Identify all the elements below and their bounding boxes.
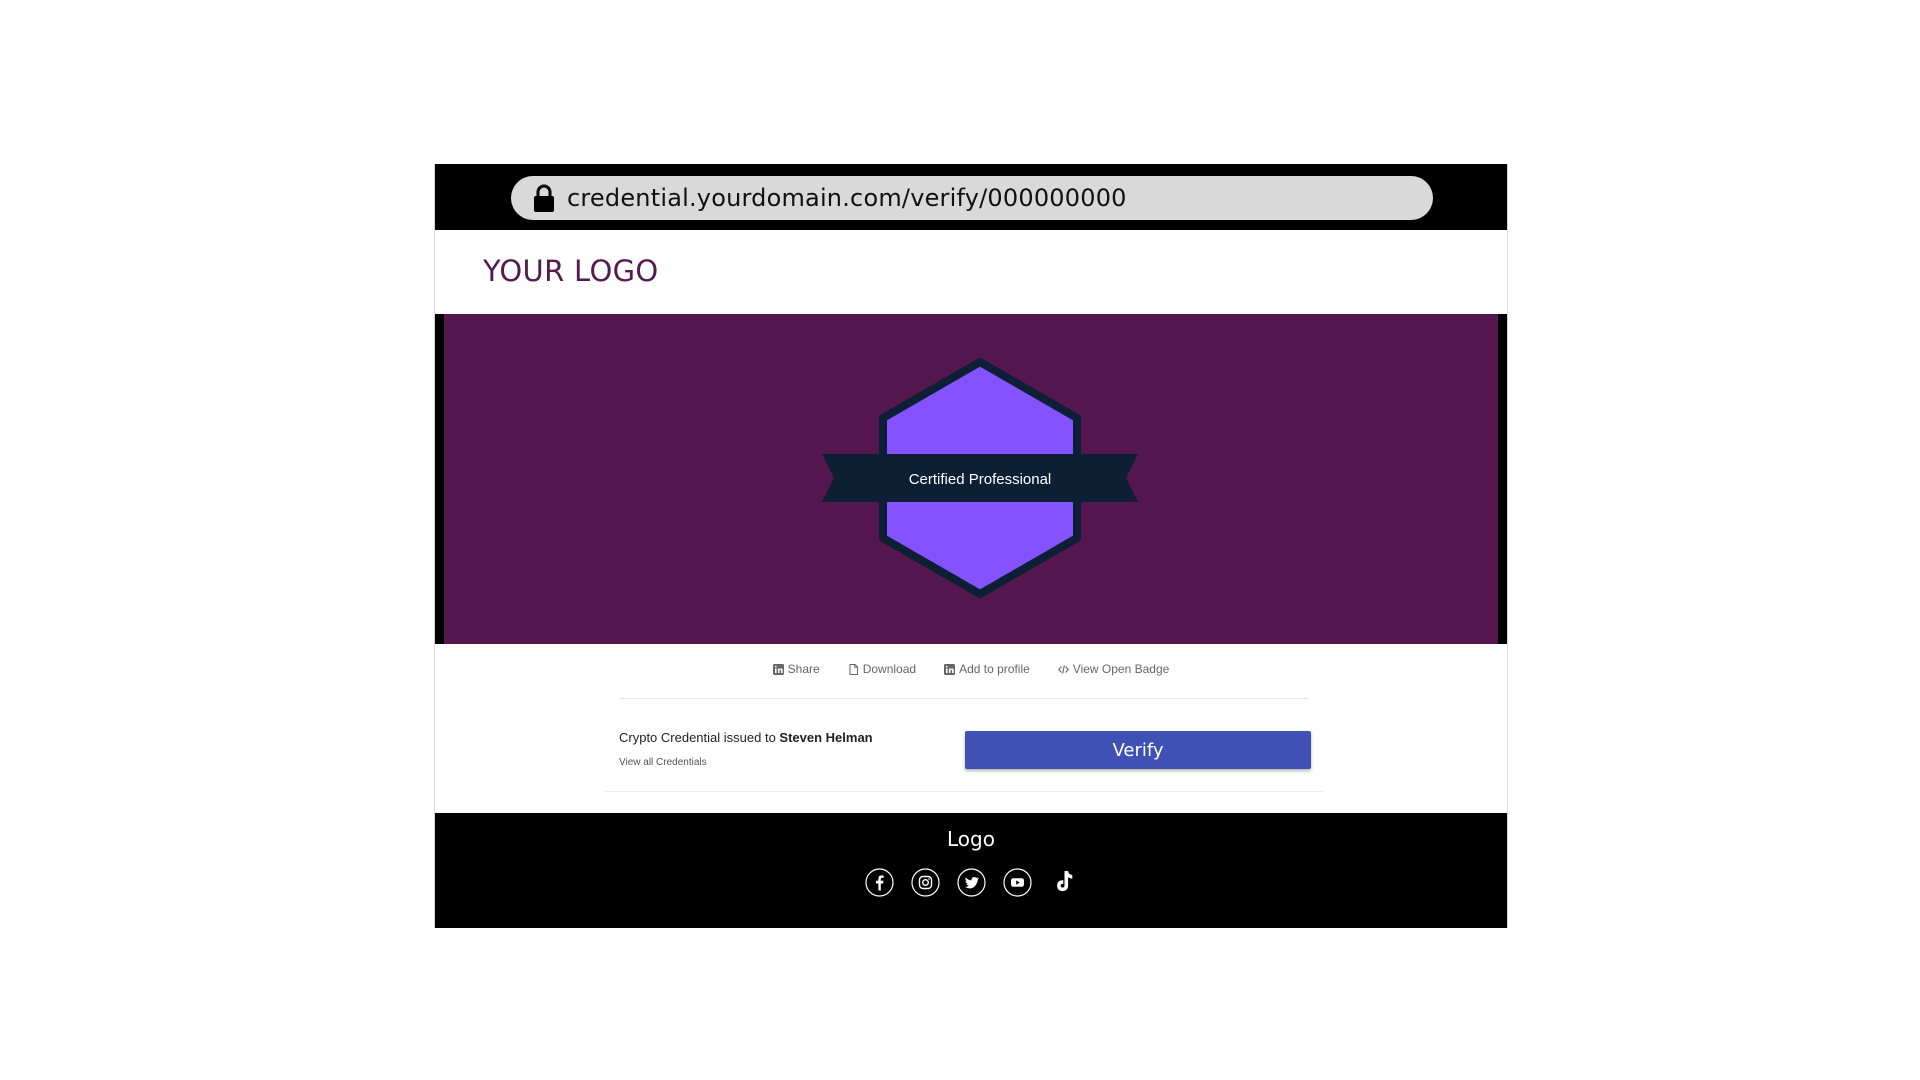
- badge-ribbon-text: Certified Professional: [909, 471, 1052, 488]
- issued-prefix: Crypto Credential issued to: [619, 730, 780, 745]
- lock-icon: [534, 184, 554, 212]
- recipient-name: Steven Helman: [779, 730, 873, 745]
- view-open-badge-action[interactable]: View Open Badge: [1057, 662, 1170, 676]
- code-icon: [1057, 664, 1069, 674]
- divider: [605, 791, 1323, 792]
- site-header: YOUR LOGO: [435, 230, 1507, 314]
- twitter-icon[interactable]: [956, 868, 986, 897]
- url-text: credential.yourdomain.com/verify/0000000…: [567, 184, 1127, 212]
- badge-hero: Certified Professional: [435, 314, 1507, 644]
- credential-issued-text: Crypto Credential issued to Steven Helma…: [619, 730, 873, 745]
- instagram-icon[interactable]: [910, 868, 940, 897]
- linkedin-icon: [772, 663, 784, 675]
- add-to-profile-action[interactable]: Add to profile: [944, 662, 1030, 676]
- hero-background: Certified Professional: [444, 314, 1498, 644]
- url-field[interactable]: credential.yourdomain.com/verify/0000000…: [511, 176, 1433, 220]
- add-to-profile-label: Add to profile: [959, 662, 1030, 676]
- share-label: Share: [787, 662, 820, 676]
- site-logo[interactable]: YOUR LOGO: [483, 254, 659, 288]
- credential-page-frame: credential.yourdomain.com/verify/0000000…: [434, 164, 1508, 928]
- download-label: Download: [862, 662, 917, 676]
- verify-button[interactable]: Verify: [965, 731, 1311, 769]
- divider: [619, 698, 1309, 699]
- view-open-badge-label: View Open Badge: [1072, 662, 1170, 676]
- browser-address-bar: credential.yourdomain.com/verify/0000000…: [435, 164, 1507, 230]
- credential-actions: Share Download Add to profile View Open …: [435, 657, 1507, 681]
- youtube-icon[interactable]: [1002, 868, 1032, 897]
- facebook-icon[interactable]: [864, 868, 894, 897]
- site-footer: Logo: [435, 813, 1507, 928]
- certified-professional-badge: Certified Professional: [822, 358, 1138, 598]
- tiktok-icon[interactable]: [1049, 868, 1078, 897]
- file-icon: [849, 663, 858, 675]
- share-action[interactable]: Share: [772, 662, 820, 676]
- download-action[interactable]: Download: [848, 662, 916, 676]
- linkedin-icon: [944, 663, 956, 675]
- view-all-credentials-link[interactable]: View all Credentials: [619, 757, 707, 768]
- footer-logo: Logo: [947, 827, 995, 851]
- social-links: [435, 868, 1507, 897]
